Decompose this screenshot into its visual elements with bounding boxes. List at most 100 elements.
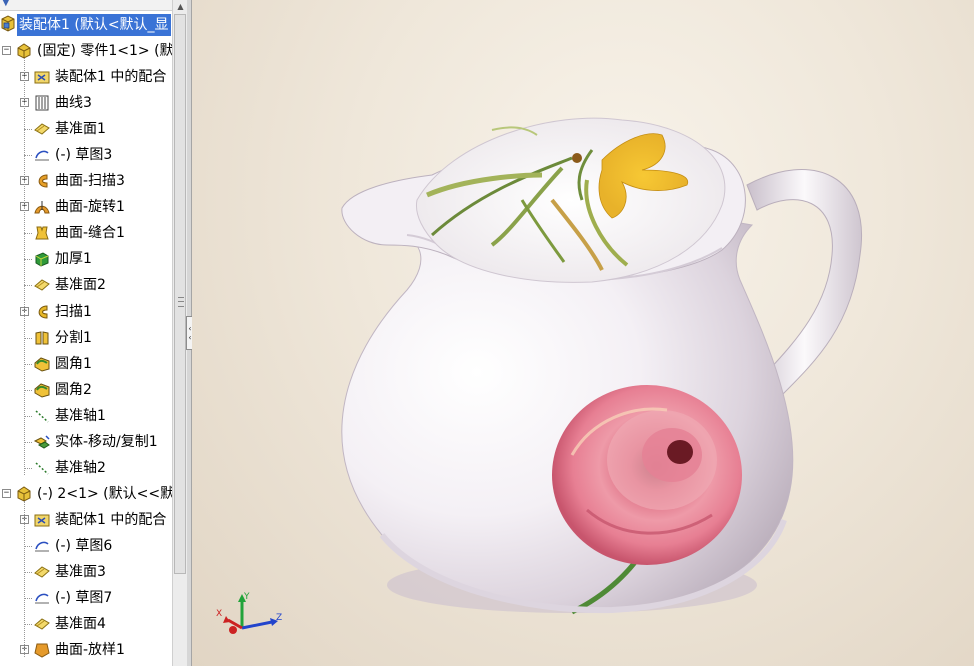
split-icon bbox=[33, 329, 51, 347]
plane-icon bbox=[33, 615, 51, 633]
plane-icon bbox=[33, 120, 51, 138]
tree-feature-row[interactable]: 基准轴1 bbox=[0, 403, 172, 429]
triad-x-label: X bbox=[216, 609, 222, 619]
tree-row-label: 曲面-放样1 bbox=[55, 642, 125, 659]
sweep-icon bbox=[33, 303, 51, 321]
tree-guide-line bbox=[24, 233, 32, 235]
triad-z-label: Z bbox=[276, 613, 282, 623]
tree-row-label: 装配体1 中的配合 bbox=[55, 511, 167, 528]
move-copy-body-icon bbox=[33, 433, 51, 451]
tree-feature-row[interactable]: 基准轴2 bbox=[0, 455, 172, 481]
collapse-minus-icon[interactable]: − bbox=[2, 488, 11, 498]
tree-row-label: 圆角2 bbox=[55, 381, 92, 398]
orientation-triad: X Y Z bbox=[216, 592, 282, 634]
tree-guide-line bbox=[24, 155, 32, 157]
tree-feature-row[interactable]: 基准面4 bbox=[0, 611, 172, 637]
tree-guide-line bbox=[24, 467, 32, 469]
tree-feature-row[interactable]: + 曲面-旋转1 bbox=[0, 194, 172, 220]
tree-guide-line bbox=[24, 129, 32, 131]
tree-row-label: (-) 2<1> (默认<<默 bbox=[37, 485, 172, 502]
tree-feature-row[interactable]: + 曲面-放样1 bbox=[0, 637, 172, 663]
scroll-thumb[interactable] bbox=[174, 14, 186, 574]
tree-guide-line bbox=[24, 415, 32, 417]
tree-guide-line bbox=[24, 337, 32, 339]
tree-row-label: 实体-移动/复制1 bbox=[55, 433, 158, 450]
tree-guide-line bbox=[24, 545, 32, 547]
tree-feature-row[interactable]: + 装配体1 中的配合 bbox=[0, 507, 172, 533]
tree-row-label: 曲线3 bbox=[55, 95, 92, 112]
tree-component-row[interactable]: − (-) 2<1> (默认<<默 bbox=[0, 481, 172, 507]
tree-feature-row[interactable]: 圆角2 bbox=[0, 377, 172, 403]
tree-row-label: 基准轴2 bbox=[55, 459, 106, 476]
tree-feature-row[interactable]: 基准面2 bbox=[0, 272, 172, 298]
tree-feature-row[interactable]: (-) 草图6 bbox=[0, 533, 172, 559]
curve-icon bbox=[33, 94, 51, 112]
tree-feature-row[interactable]: 曲面-缝合1 bbox=[0, 220, 172, 246]
surface-loft-icon bbox=[33, 641, 51, 659]
tree-feature-row[interactable]: 实体-移动/复制1 bbox=[0, 429, 172, 455]
collapse-minus-icon[interactable]: − bbox=[2, 46, 11, 55]
axis-icon bbox=[33, 459, 51, 477]
tree-row-label: 基准面1 bbox=[55, 121, 106, 138]
axis-icon bbox=[33, 407, 51, 425]
tree-row-label: 曲面-缝合1 bbox=[55, 225, 125, 242]
thicken-icon bbox=[33, 250, 51, 268]
sketch-icon bbox=[33, 589, 51, 607]
triad-y-label: Y bbox=[243, 592, 250, 602]
sketch-icon bbox=[33, 146, 51, 164]
pitcher-3d-model[interactable] bbox=[192, 0, 974, 666]
tree-row-label: 基准面4 bbox=[55, 616, 106, 633]
tree-guide-line bbox=[24, 285, 32, 287]
tree-row-label: (-) 草图3 bbox=[55, 147, 113, 164]
tree-row-label: (-) 草图7 bbox=[55, 590, 113, 607]
tree-guide-line bbox=[24, 259, 32, 261]
mates-folder-icon bbox=[33, 511, 51, 529]
tree-feature-row[interactable]: 基准面1 bbox=[0, 116, 172, 142]
tree-row-label: 分割1 bbox=[55, 329, 92, 346]
tree-guide-line bbox=[24, 598, 32, 600]
tree-feature-row[interactable]: 圆角1 bbox=[0, 351, 172, 377]
triad-z-axis bbox=[241, 620, 273, 630]
tree-guide-line bbox=[24, 572, 32, 573]
tree-root-label: 装配体1 (默认<默认_显 bbox=[17, 14, 171, 36]
tree-root-assembly[interactable]: 装配体1 (默认<默认_显 bbox=[0, 12, 172, 38]
scroll-up-arrow-icon[interactable]: ▲ bbox=[173, 0, 188, 14]
tree-guide-line bbox=[24, 389, 32, 391]
surface-revolve-icon bbox=[33, 198, 51, 216]
tree-row-label: 基准面3 bbox=[55, 564, 106, 580]
tree-row-label: 扫描1 bbox=[55, 303, 92, 320]
tree-guide-line bbox=[24, 500, 25, 658]
plane-icon bbox=[33, 563, 51, 581]
fillet-icon bbox=[33, 381, 51, 399]
tree-feature-row[interactable]: 基准面3 bbox=[0, 559, 172, 585]
tree-feature-row[interactable]: 加厚1 bbox=[0, 246, 172, 272]
tree-row-label: 曲面-旋转1 bbox=[55, 199, 125, 216]
filter-icon[interactable]: ▼ bbox=[2, 0, 10, 8]
tree-guide-line bbox=[24, 58, 25, 475]
fillet-icon bbox=[33, 355, 51, 373]
tree-feature-row[interactable]: + 曲线3 bbox=[0, 90, 172, 116]
sketch-icon bbox=[33, 537, 51, 555]
graphics-viewport[interactable]: X Y Z bbox=[192, 0, 974, 666]
tree-row-label: (固定) 零件1<1> (默 bbox=[37, 43, 172, 59]
scroll-grip-icon bbox=[178, 297, 184, 307]
tree-guide-line bbox=[24, 441, 32, 443]
tree-feature-row[interactable]: + 曲面-扫描3 bbox=[0, 168, 172, 194]
tree-row-label: 圆角1 bbox=[55, 355, 92, 372]
tree-component-row[interactable]: − (固定) 零件1<1> (默 bbox=[0, 38, 172, 64]
tree-guide-line bbox=[24, 363, 32, 365]
tree-filter-bar[interactable]: ▼ bbox=[0, 0, 172, 11]
tree-feature-row[interactable]: + 装配体1 中的配合 bbox=[0, 64, 172, 90]
tree-row-label: (-) 草图6 bbox=[55, 537, 113, 554]
feature-manager-tree: ▼ 装配体1 (默认<默认_显 − (固定) 零件1<1> (默 + 装配体1 中的配… bbox=[0, 0, 172, 666]
tree-row-label: 曲面-扫描3 bbox=[55, 173, 125, 190]
assembly-icon bbox=[0, 15, 18, 33]
tree-feature-row[interactable]: 分割1 bbox=[0, 325, 172, 351]
tree-feature-row[interactable]: (-) 草图3 bbox=[0, 142, 172, 168]
tree-feature-row[interactable]: (-) 草图7 bbox=[0, 585, 172, 611]
tree-row-label: 加厚1 bbox=[55, 251, 92, 268]
tree-row-label: 基准面2 bbox=[55, 277, 106, 294]
tree-row-label: 装配体1 中的配合 bbox=[55, 69, 167, 86]
tree-feature-row[interactable]: + 扫描1 bbox=[0, 299, 172, 325]
mates-folder-icon bbox=[33, 68, 51, 86]
